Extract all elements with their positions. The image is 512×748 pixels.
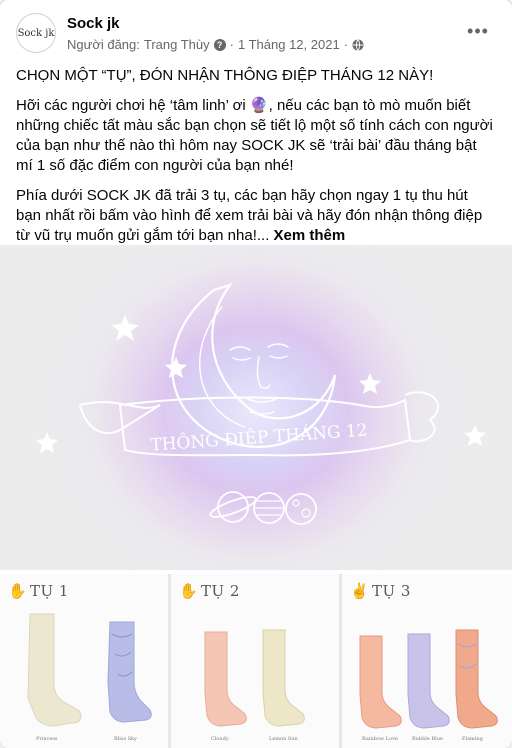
globe-icon — [352, 38, 364, 51]
post-headline: CHỌN MỘT “TỤ”, ĐÓN NHẬN THÔNG ĐIỆP THÁNG… — [16, 67, 434, 84]
crystal-ball-emoji-icon: 🔮 — [249, 97, 269, 114]
sock-caption: Princess — [36, 736, 58, 742]
paragraph-1-start: Hỡi các người chơi hệ ‘tâm linh’ ơi — [16, 97, 246, 114]
planets-icon — [209, 491, 317, 525]
post-card: Sock jk Sock jk Người đăng: Trang Thùy ?… — [0, 0, 512, 748]
page-name[interactable]: Sock jk — [67, 15, 120, 32]
pile-1-label: TỤ 1 — [30, 582, 69, 600]
sock-caption: Rainbow Love — [362, 736, 398, 742]
post-header: Sock jk Sock jk Người đăng: Trang Thùy ?… — [16, 13, 496, 57]
pile-1-socks — [27, 613, 152, 727]
post-meta: Người đăng: Trang Thùy ? · 1 Tháng 12, 2… — [67, 37, 364, 52]
posted-by-label: Người đăng: — [67, 37, 140, 52]
avatar[interactable]: Sock jk — [16, 13, 56, 53]
hero-image[interactable]: THÔNG ĐIỆP THÁNG 12 — [0, 245, 512, 570]
pile-2-socks — [204, 629, 305, 727]
sock-caption: Flaming — [462, 736, 483, 742]
post-paragraph-2: Phía dưới SOCK JK đã trải 3 tụ, các bạn … — [16, 186, 496, 246]
avatar-logo-text: Sock jk — [17, 27, 55, 39]
hero-illustration: THÔNG ĐIỆP THÁNG 12 — [36, 282, 486, 525]
pile-3-label: TỤ 3 — [372, 582, 411, 600]
poster-name[interactable]: Trang Thùy — [144, 37, 210, 52]
hand-icon: ✌ — [350, 583, 369, 600]
pile-1-image[interactable]: ✋ TỤ 1 Princess Bliss Sky — [0, 574, 168, 748]
post-date[interactable]: 1 Tháng 12, 2021 — [238, 37, 340, 52]
hand-icon: ✋ — [179, 583, 198, 600]
sock-piles: ✋ TỤ 1 Princess Bliss Sky ✋ TỤ 2 Cloudy … — [0, 574, 512, 748]
sock-caption: Lemon Sun — [269, 736, 298, 742]
see-more-link[interactable]: Xem thêm — [274, 227, 346, 244]
pile-2-label: TỤ 2 — [201, 582, 240, 600]
pile-3-socks — [359, 629, 498, 729]
sock-caption: Cloudy — [211, 736, 229, 742]
more-options-button[interactable]: ••• — [464, 21, 492, 41]
separator: · — [229, 37, 234, 52]
post-paragraph-1: Hỡi các người chơi hệ ‘tâm linh’ ơi 🔮, n… — [16, 96, 496, 176]
sock-caption: Bliss Sky — [114, 736, 137, 742]
hand-icon: ✋ — [8, 583, 27, 600]
separator-2: · — [343, 37, 349, 52]
info-badge-icon[interactable]: ? — [213, 38, 226, 51]
paragraph-2-text: Phía dưới SOCK JK đã trải 3 tụ, các bạn … — [16, 187, 483, 244]
sock-caption: Bubble Blue — [412, 736, 443, 742]
post-text: CHỌN MỘT “TỤ”, ĐÓN NHẬN THÔNG ĐIỆP THÁNG… — [16, 66, 496, 256]
pile-3-image[interactable]: ✌ TỤ 3 Rainbow Love Bubble Blue Flaming — [342, 574, 512, 748]
pile-2-image[interactable]: ✋ TỤ 2 Cloudy Lemon Sun — [171, 574, 339, 748]
